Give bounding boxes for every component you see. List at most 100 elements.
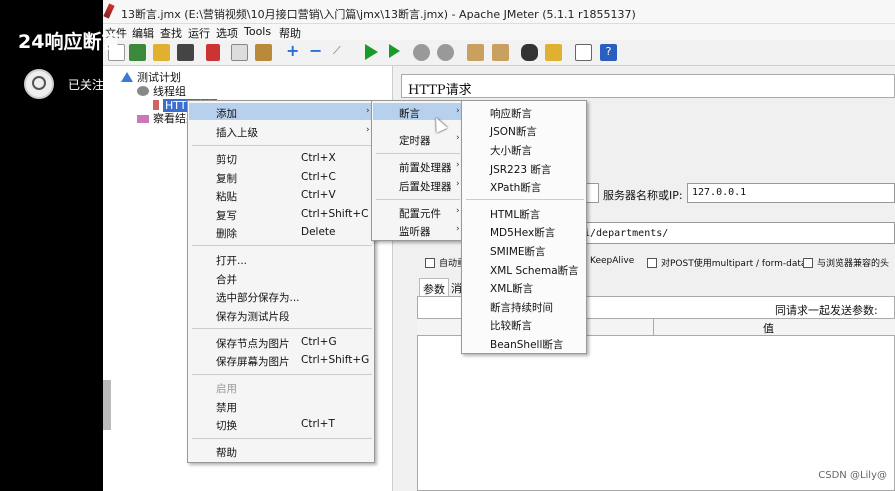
title-bar: 13断言.jmx (E:\营销视频\10月接口营销\入门篇\jmx\13断言.j…	[103, 0, 895, 24]
option-browser-headers[interactable]: 与浏览器兼容的头	[803, 256, 889, 269]
menu-item-cut[interactable]: 剪切	[216, 152, 237, 167]
help-icon[interactable]: ?	[600, 44, 617, 61]
start-icon[interactable]	[365, 44, 378, 60]
option-label: 与浏览器兼容的头	[817, 259, 890, 269]
search-icon[interactable]	[521, 44, 538, 61]
assertion-duration[interactable]: 断言持续时间	[490, 300, 553, 315]
clear-all-icon[interactable]	[492, 44, 509, 61]
shortcut-delete: Delete	[301, 226, 336, 238]
menu-find[interactable]: 查找	[160, 25, 182, 41]
assertion-jsr223[interactable]: JSR223 断言	[490, 162, 551, 177]
checkbox[interactable]	[425, 258, 435, 268]
assertion-beanshell[interactable]: BeanShell断言	[490, 337, 563, 352]
stop-icon[interactable]	[413, 44, 430, 61]
expand-icon[interactable]: +	[286, 43, 303, 61]
menu-bar: 文件 编辑 查找 运行 选项 Tools 帮助	[103, 24, 895, 40]
server-name-label: 服务器名称或IP:	[603, 189, 683, 202]
option-label: 对POST使用multipart / form-data	[661, 259, 807, 269]
shortcut-toggle: Ctrl+T	[301, 418, 335, 430]
menu-options[interactable]: 选项	[216, 25, 238, 41]
copy-icon[interactable]	[231, 44, 248, 61]
server-name-input[interactable]: 127.0.0.1	[687, 183, 895, 203]
menu-item-delete[interactable]: 删除	[216, 226, 237, 241]
open-icon[interactable]	[153, 44, 170, 61]
cut-icon[interactable]	[206, 44, 220, 61]
submenu-item-post-processors[interactable]: 后置处理器	[399, 179, 452, 194]
reset-search-icon[interactable]	[545, 44, 562, 61]
assertion-compare[interactable]: 比较断言	[490, 318, 532, 333]
menu-item-insert-parent[interactable]: 插入上级	[216, 125, 258, 140]
panel-title-box: HTTP请求	[401, 74, 895, 98]
menu-item-toggle[interactable]: 切换	[216, 418, 237, 433]
assertion-smime[interactable]: SMIME断言	[490, 244, 546, 259]
menu-item-save-selection-as[interactable]: 选中部分保存为...	[216, 290, 300, 305]
window-title: 13断言.jmx (E:\营销视频\10月接口营销\入门篇\jmx\13断言.j…	[121, 8, 636, 21]
option-auto-redirect[interactable]: 自动重	[425, 256, 466, 269]
submenu-arrow-icon: ›	[456, 133, 460, 143]
checkbox[interactable]	[647, 258, 657, 268]
submenu-item-config-element[interactable]: 配置元件	[399, 206, 441, 221]
menu-run[interactable]: 运行	[188, 25, 210, 41]
follow-status[interactable]: 已关注	[68, 76, 104, 93]
parameters-header: 同请求一起发送参数:	[775, 304, 878, 317]
submenu-arrow-icon: ›	[456, 160, 460, 170]
menu-item-enable: 启用	[216, 383, 237, 395]
menu-item-duplicate[interactable]: 复写	[216, 208, 237, 223]
watermark: CSDN @Lily@	[818, 470, 887, 481]
function-helper-icon[interactable]	[575, 44, 592, 61]
assertion-xpath[interactable]: XPath断言	[490, 180, 541, 195]
menu-item-save-node-as-image[interactable]: 保存节点为图片	[216, 336, 290, 351]
assertion-xml-schema[interactable]: XML Schema断言	[490, 263, 579, 278]
submenu-arrow-icon: ›	[456, 106, 460, 116]
assertion-html[interactable]: HTML断言	[490, 207, 540, 222]
collapse-icon[interactable]: −	[309, 43, 326, 61]
menu-item-add[interactable]: 添加	[216, 106, 237, 121]
checkbox[interactable]	[803, 258, 813, 268]
path-input[interactable]: i/departments/	[581, 222, 895, 244]
panel-title: HTTP请求	[408, 83, 472, 98]
paste-icon[interactable]	[255, 44, 272, 61]
menu-tools[interactable]: Tools	[244, 25, 271, 38]
shutdown-icon[interactable]	[437, 44, 454, 61]
submenu-arrow-icon: ›	[456, 206, 460, 216]
menu-item-disable[interactable]: 禁用	[216, 400, 237, 415]
menu-item-save-screen-as-image[interactable]: 保存屏幕为图片	[216, 354, 290, 369]
assertion-response[interactable]: 响应断言	[490, 106, 532, 121]
assertion-size[interactable]: 大小断言	[490, 143, 532, 158]
menu-item-save-as-test-fragment[interactable]: 保存为测试片段	[216, 309, 290, 324]
menu-item-help[interactable]: 帮助	[216, 445, 237, 460]
assertion-xml[interactable]: XML断言	[490, 281, 533, 296]
menu-help[interactable]: 帮助	[279, 25, 301, 41]
submenu-item-timer[interactable]: 定时器	[399, 133, 431, 148]
submenu-item-assertions[interactable]: 断言	[399, 106, 420, 121]
avatar[interactable]	[24, 69, 54, 99]
scrollbar-thumb[interactable]	[103, 380, 111, 430]
add-submenu: 断言 › 定时器 › 前置处理器 › 后置处理器 › 配置元件 › 监听器 ›	[371, 100, 463, 241]
assertion-md5hex[interactable]: MD5Hex断言	[490, 225, 555, 240]
menu-item-paste[interactable]: 粘贴	[216, 189, 237, 204]
save-icon[interactable]	[177, 44, 194, 61]
test-plan-icon	[121, 72, 133, 82]
submenu-item-listener[interactable]: 监听器	[399, 224, 431, 239]
video-overlay-bar	[0, 0, 103, 491]
option-multipart[interactable]: 对POST使用multipart / form-data	[647, 256, 806, 269]
context-menu: 添加 › 插入上级 › 剪切 Ctrl+X 复制 Ctrl+C 粘贴 Ctrl+…	[187, 100, 375, 463]
start-no-pause-icon[interactable]	[389, 44, 400, 58]
submenu-arrow-icon: ›	[366, 125, 370, 135]
clear-icon[interactable]	[467, 44, 484, 61]
templates-icon[interactable]	[129, 44, 146, 61]
sampler-pen-icon	[153, 100, 159, 110]
toggle-icon[interactable]: ⟋	[333, 44, 350, 61]
option-keepalive[interactable]: KeepAlive	[590, 256, 634, 266]
assertion-json[interactable]: JSON断言	[490, 124, 537, 139]
menu-item-copy[interactable]: 复制	[216, 171, 237, 186]
menu-edit[interactable]: 编辑	[132, 25, 154, 41]
jmeter-feather-icon	[103, 3, 115, 19]
toolbar: + − ⟋ ?	[103, 40, 895, 66]
tab-parameters[interactable]: 参数	[419, 278, 449, 296]
submenu-item-pre-processors[interactable]: 前置处理器	[399, 160, 452, 175]
menu-item-open[interactable]: 打开...	[216, 253, 247, 268]
menu-item-merge[interactable]: 合并	[216, 272, 237, 287]
column-value: 值	[763, 322, 774, 335]
gear-icon	[137, 86, 149, 96]
